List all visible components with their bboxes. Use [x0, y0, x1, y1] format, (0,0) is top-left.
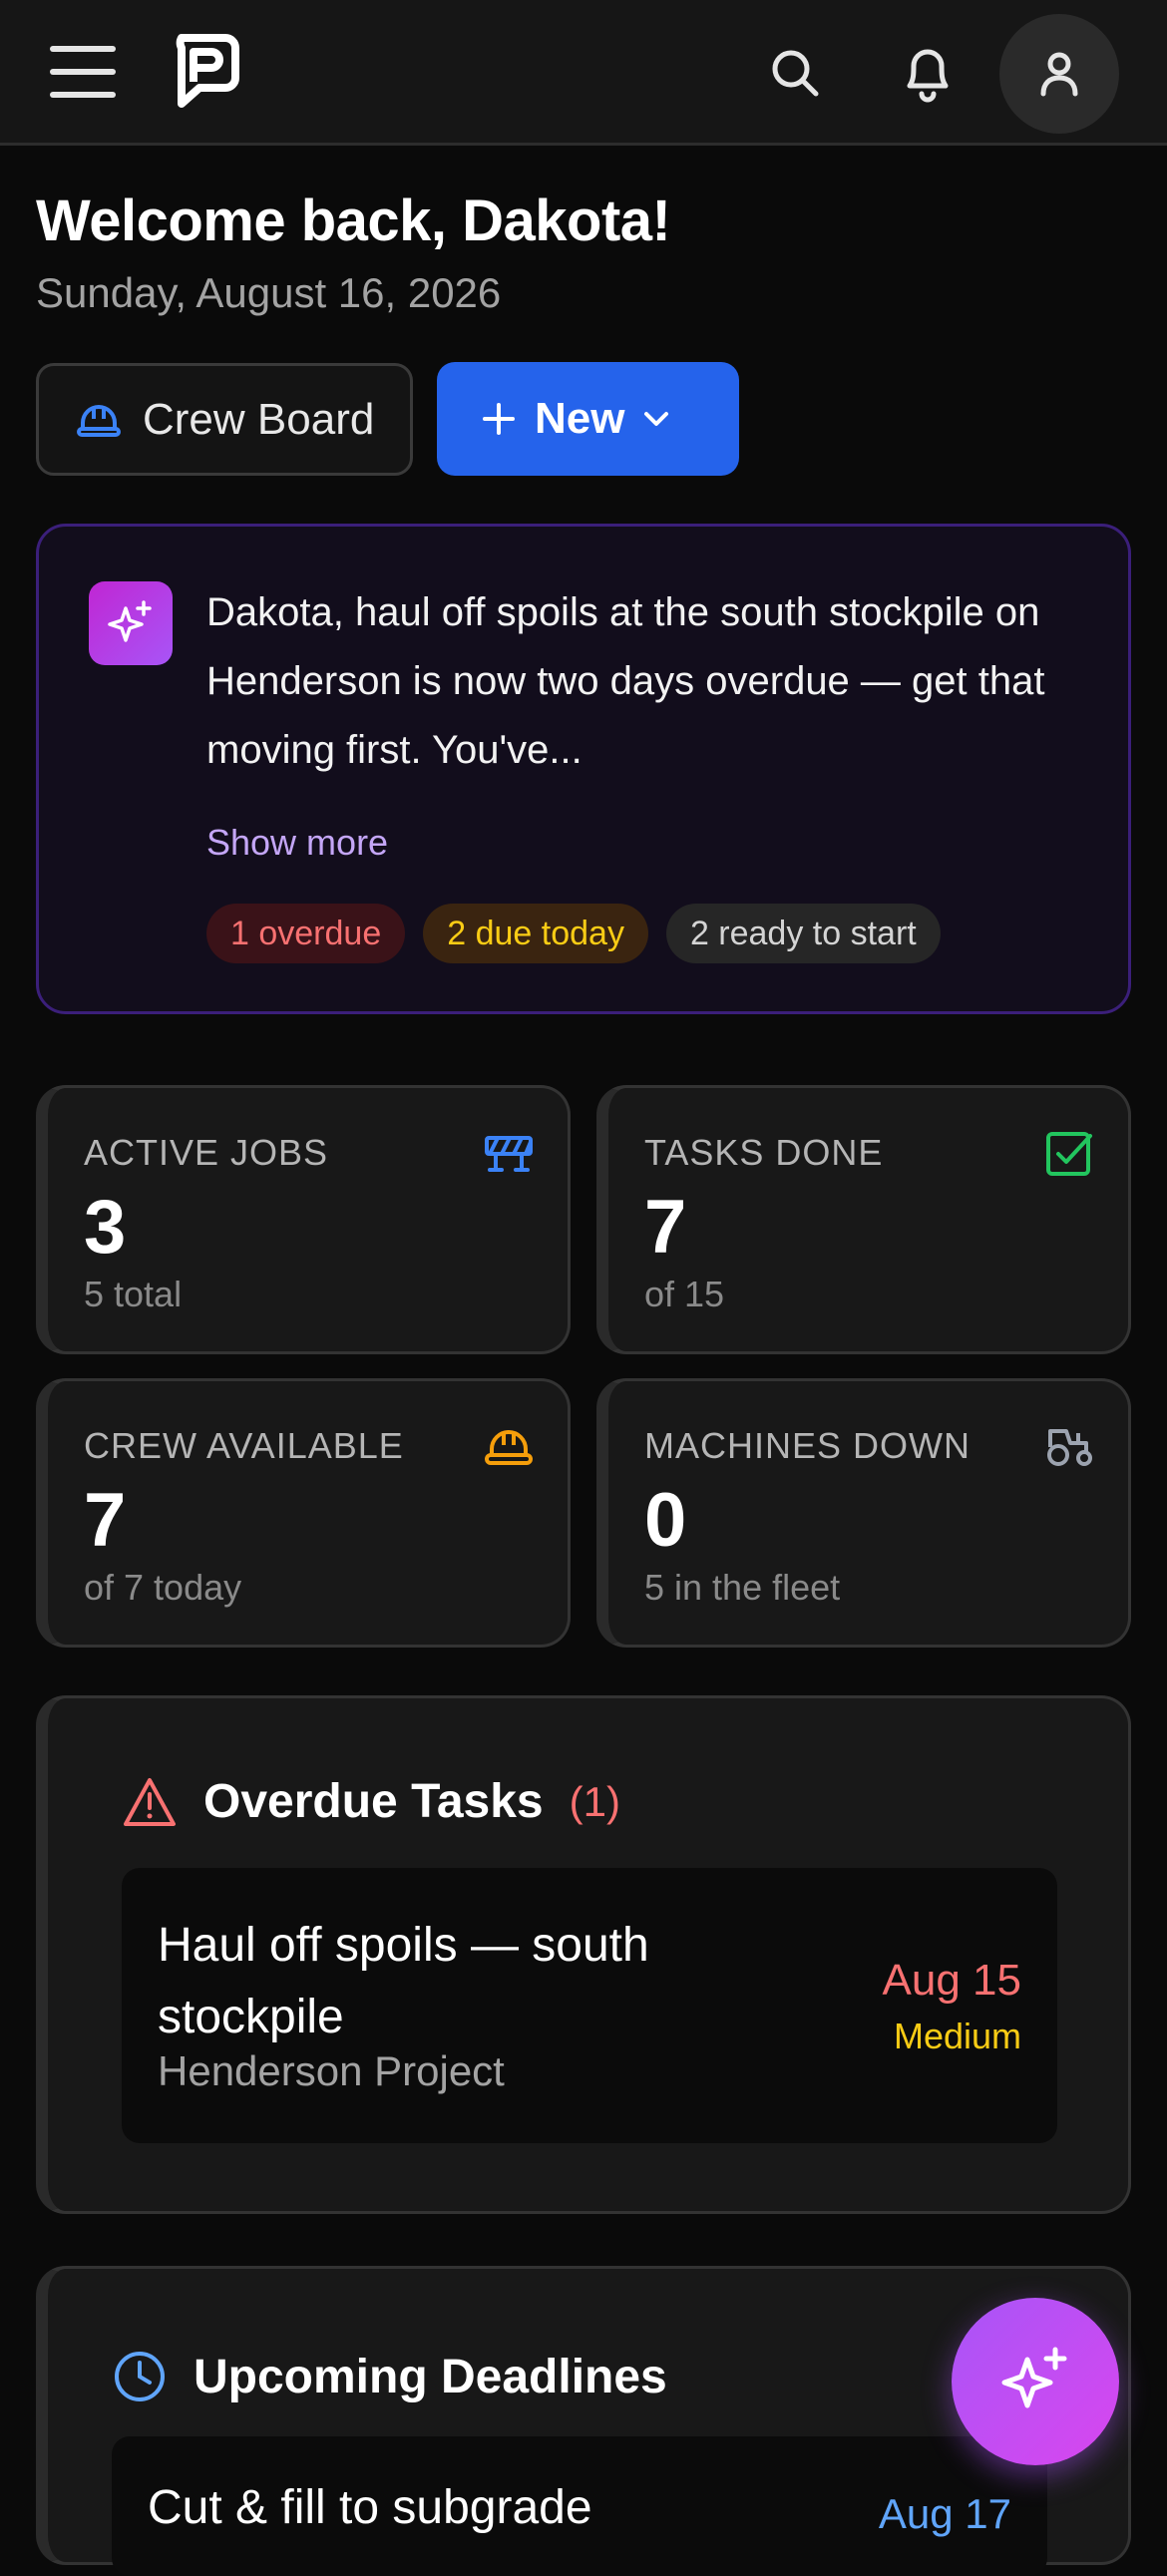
task-due-date: Aug 15	[882, 1956, 1021, 2005]
new-label: New	[535, 394, 625, 443]
menu-icon[interactable]	[50, 44, 116, 100]
chevron-down-icon	[644, 412, 669, 426]
summary-chips: 1 overdue 2 due today 2 ready to start	[206, 904, 941, 963]
ai-sparkle-badge	[89, 581, 173, 665]
checkbox-icon	[1044, 1128, 1094, 1178]
sparkle-icon	[1001, 2347, 1067, 2408]
user-avatar-button[interactable]	[999, 14, 1119, 134]
stat-card-active-jobs[interactable]: ACTIVE JOBS 3 5 total	[36, 1085, 571, 1354]
stat-card-tasks-done[interactable]: TASKS DONE 7 of 15	[596, 1085, 1131, 1354]
upcoming-title: Upcoming Deadlines	[194, 2350, 667, 2403]
search-icon[interactable]	[770, 48, 820, 98]
overdue-title: Overdue Tasks	[203, 1775, 544, 1828]
stat-value: 7	[84, 1478, 127, 1563]
task-title: Haul off spoils — south stockpile	[158, 1919, 649, 2043]
overdue-task-row[interactable]: Haul off spoils — south stockpile Hender…	[122, 1868, 1057, 2143]
hardhat-icon	[484, 1421, 534, 1471]
task-project: Henderson Project	[158, 2047, 505, 2094]
stat-label: MACHINES DOWN	[644, 1425, 971, 1466]
chip-due-today[interactable]: 2 due today	[423, 904, 648, 963]
chip-ready-to-start[interactable]: 2 ready to start	[665, 904, 941, 963]
stat-value: 7	[644, 1185, 687, 1270]
upcoming-task-row[interactable]: Cut & fill to subgrade Aug 17	[112, 2436, 1047, 2576]
page-title: Welcome back, Dakota!	[36, 188, 671, 253]
user-icon	[1040, 52, 1078, 97]
stat-sub: 5 total	[84, 1274, 183, 1314]
task-due-date: Aug 17	[878, 2490, 1011, 2537]
warning-triangle-icon	[124, 1777, 176, 1826]
stat-card-crew-available[interactable]: CREW AVAILABLE 7 of 7 today	[36, 1378, 571, 1648]
hardhat-icon	[77, 404, 121, 437]
overdue-tasks-card: Overdue Tasks (1) Haul off spoils — sout…	[36, 1695, 1131, 2214]
crew-board-button[interactable]: Crew Board	[36, 363, 413, 476]
overdue-count: (1)	[569, 1777, 620, 1825]
ai-assistant-fab[interactable]	[952, 2298, 1119, 2465]
plus-icon	[483, 403, 515, 435]
new-dropdown-button[interactable]: New	[437, 362, 739, 476]
stat-sub: 5 in the fleet	[644, 1567, 841, 1608]
stat-label: ACTIVE JOBS	[84, 1132, 329, 1173]
tractor-icon	[1044, 1421, 1094, 1471]
barrier-icon	[484, 1128, 534, 1178]
task-title: Cut & fill to subgrade	[148, 2481, 592, 2534]
stat-sub: of 7 today	[84, 1567, 242, 1608]
top-bar	[0, 0, 1167, 146]
upcoming-header: Upcoming Deadlines	[112, 2349, 667, 2404]
ai-summary-text: Dakota, haul off spoils at the south sto…	[206, 590, 1045, 772]
stat-sub: of 15	[644, 1274, 725, 1314]
chip-overdue[interactable]: 1 overdue	[206, 904, 406, 963]
task-priority: Medium	[893, 2016, 1021, 2056]
clock-icon	[115, 2352, 165, 2401]
ai-summary-card: Dakota, haul off spoils at the south sto…	[36, 524, 1131, 1014]
show-more-link[interactable]: Show more	[206, 822, 388, 864]
stat-label: CREW AVAILABLE	[84, 1425, 404, 1466]
app-logo-icon[interactable]	[168, 34, 239, 110]
current-date: Sunday, August 16, 2026	[36, 269, 502, 316]
crew-board-label: Crew Board	[143, 394, 375, 444]
stat-value: 3	[84, 1185, 127, 1270]
stat-card-machines-down[interactable]: MACHINES DOWN 0 5 in the fleet	[596, 1378, 1131, 1648]
notifications-bell-icon[interactable]	[898, 42, 958, 104]
overdue-header: Overdue Tasks (1)	[122, 1774, 620, 1829]
stat-label: TASKS DONE	[644, 1132, 884, 1173]
stat-value: 0	[644, 1478, 687, 1563]
sparkle-icon	[108, 600, 152, 642]
